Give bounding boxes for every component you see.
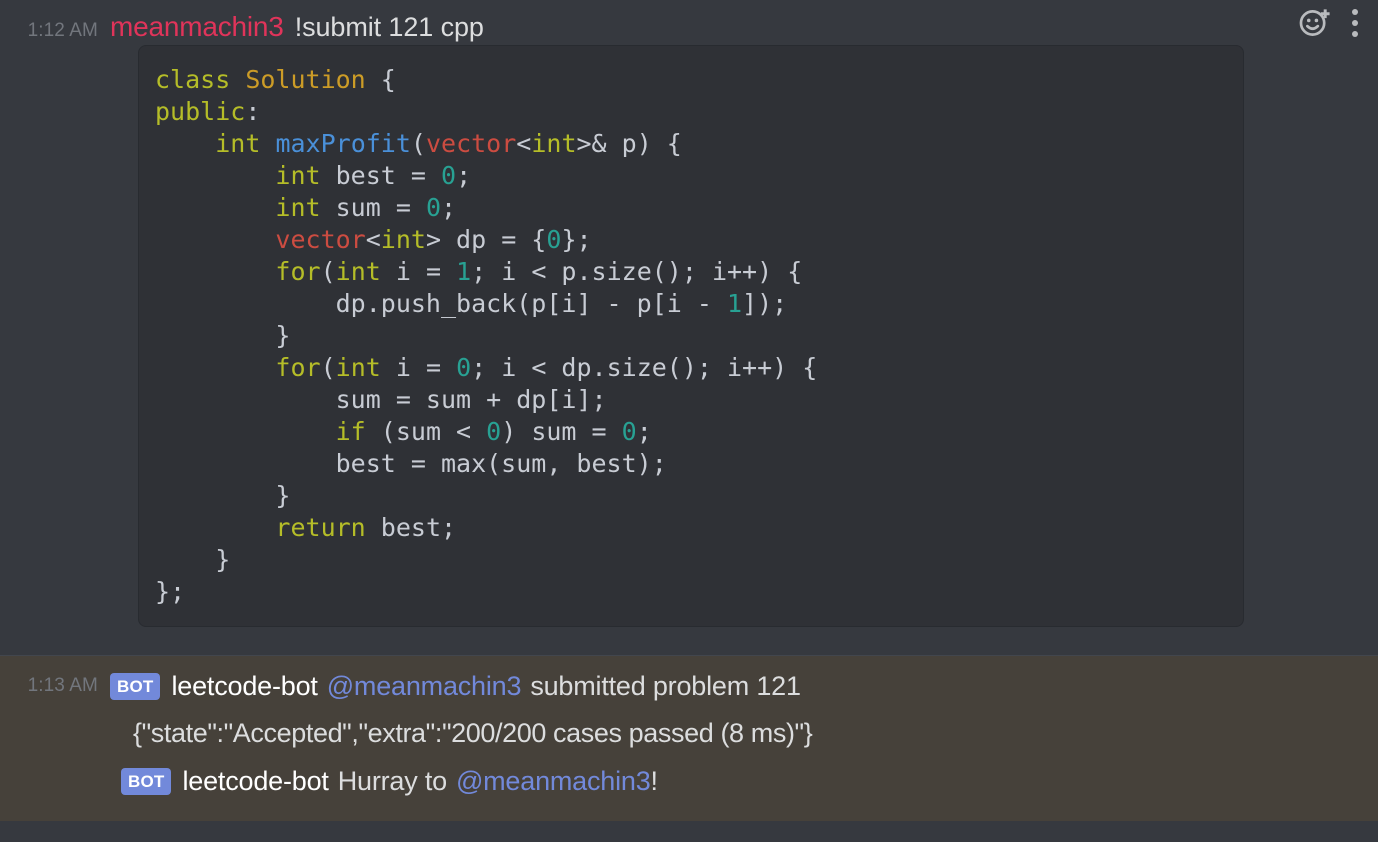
dot bbox=[1352, 31, 1358, 37]
bot-author[interactable]: leetcode-bot bbox=[171, 671, 317, 701]
message-timestamp: 1:12 AM bbox=[27, 20, 98, 41]
user-mention[interactable]: @meanmachin3 bbox=[327, 671, 522, 701]
bot-author[interactable]: leetcode-bot bbox=[182, 766, 328, 796]
message-group-user: 1:12 AM meanmachin3 !submit 121 cpp clas… bbox=[0, 0, 1378, 655]
codeblock-container: class Solution { public: int maxProfit(v… bbox=[0, 45, 1378, 627]
code-block[interactable]: class Solution { public: int maxProfit(v… bbox=[138, 45, 1244, 627]
chat-bottom-area bbox=[0, 821, 1378, 842]
more-options-icon[interactable] bbox=[1346, 7, 1364, 39]
bot-badge: BOT bbox=[110, 672, 161, 700]
dot bbox=[1352, 20, 1358, 26]
bot-message-text-suffix: ! bbox=[650, 766, 659, 796]
message-header: 1:12 AM meanmachin3 !submit 121 cpp bbox=[0, 0, 1378, 43]
message-author[interactable]: meanmachin3 bbox=[110, 12, 284, 42]
submission-result-json: {"state":"Accepted","extra":"200/200 cas… bbox=[133, 718, 813, 748]
bot-result-row: {"state":"Accepted","extra":"200/200 cas… bbox=[0, 708, 1378, 758]
user-mention[interactable]: @meanmachin3 bbox=[456, 766, 651, 796]
message-content: !submit 121 cpp bbox=[294, 12, 484, 42]
bot-message-header-2: BOT leetcode-bot Hurray to @meanmachin3 … bbox=[0, 758, 1378, 804]
message-group-bot: 1:13 AM BOT leetcode-bot @meanmachin3 su… bbox=[0, 656, 1378, 821]
dot bbox=[1352, 9, 1358, 15]
message-hover-actions bbox=[1298, 6, 1364, 40]
add-reaction-icon[interactable] bbox=[1298, 6, 1332, 40]
bot-message-text: submitted problem 121 bbox=[530, 671, 801, 701]
bot-message-timestamp: 1:13 AM bbox=[27, 675, 98, 696]
bot-badge: BOT bbox=[121, 767, 172, 795]
bot-message-header: 1:13 AM BOT leetcode-bot @meanmachin3 su… bbox=[0, 656, 1378, 708]
bot-message-text-prefix: Hurray to bbox=[337, 766, 447, 796]
discord-chat-view: 1:12 AM meanmachin3 !submit 121 cpp clas… bbox=[0, 0, 1378, 842]
code-text: class Solution { public: int maxProfit(v… bbox=[155, 65, 818, 606]
